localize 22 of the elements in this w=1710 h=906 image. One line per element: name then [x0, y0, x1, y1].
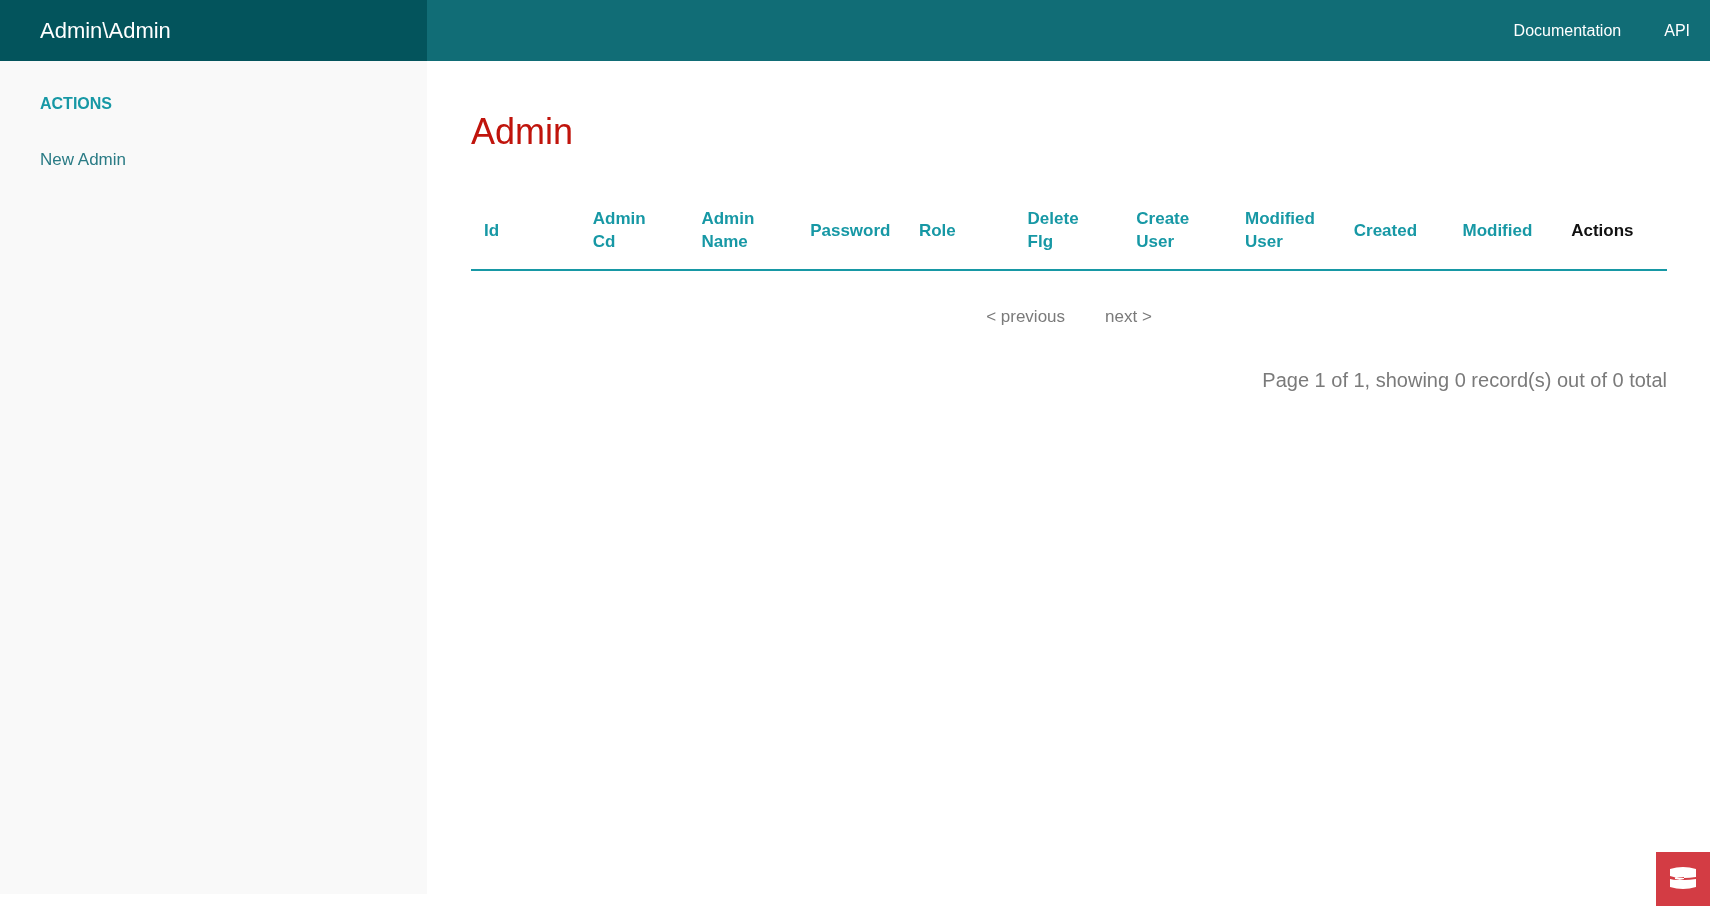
column-header: Actions: [1571, 219, 1634, 242]
sort-link[interactable]: Create User: [1136, 207, 1190, 253]
sidebar-heading: ACTIONS: [40, 95, 112, 113]
nav-link[interactable]: API: [1664, 21, 1690, 40]
sort-link[interactable]: Role: [918, 218, 956, 242]
sort-link[interactable]: Admin Cd: [592, 207, 646, 253]
nav-link[interactable]: Documentation: [1513, 21, 1622, 40]
sort-link[interactable]: Delete Flg: [1027, 207, 1079, 253]
site-title[interactable]: Admin\Admin: [40, 17, 171, 44]
page-title: Admin: [471, 111, 575, 153]
sort-link[interactable]: Id: [484, 218, 500, 242]
previous-link[interactable]: < previous: [986, 307, 1066, 327]
sort-link[interactable]: Modified User: [1245, 207, 1315, 253]
page-counter: Page 1 of 1, showing 0 record(s) out of 0 total: [1262, 369, 1667, 392]
toolbar-toggle-button[interactable]: [1656, 852, 1710, 906]
sidebar-link[interactable]: New Admin: [40, 150, 126, 170]
sort-link[interactable]: Password: [810, 218, 891, 242]
sort-link[interactable]: Modified: [1462, 218, 1533, 242]
sort-link[interactable]: Admin Name: [701, 207, 755, 253]
cake-icon: [1667, 866, 1699, 892]
next-link[interactable]: next >: [1105, 307, 1152, 327]
sort-link[interactable]: Created: [1353, 218, 1418, 242]
